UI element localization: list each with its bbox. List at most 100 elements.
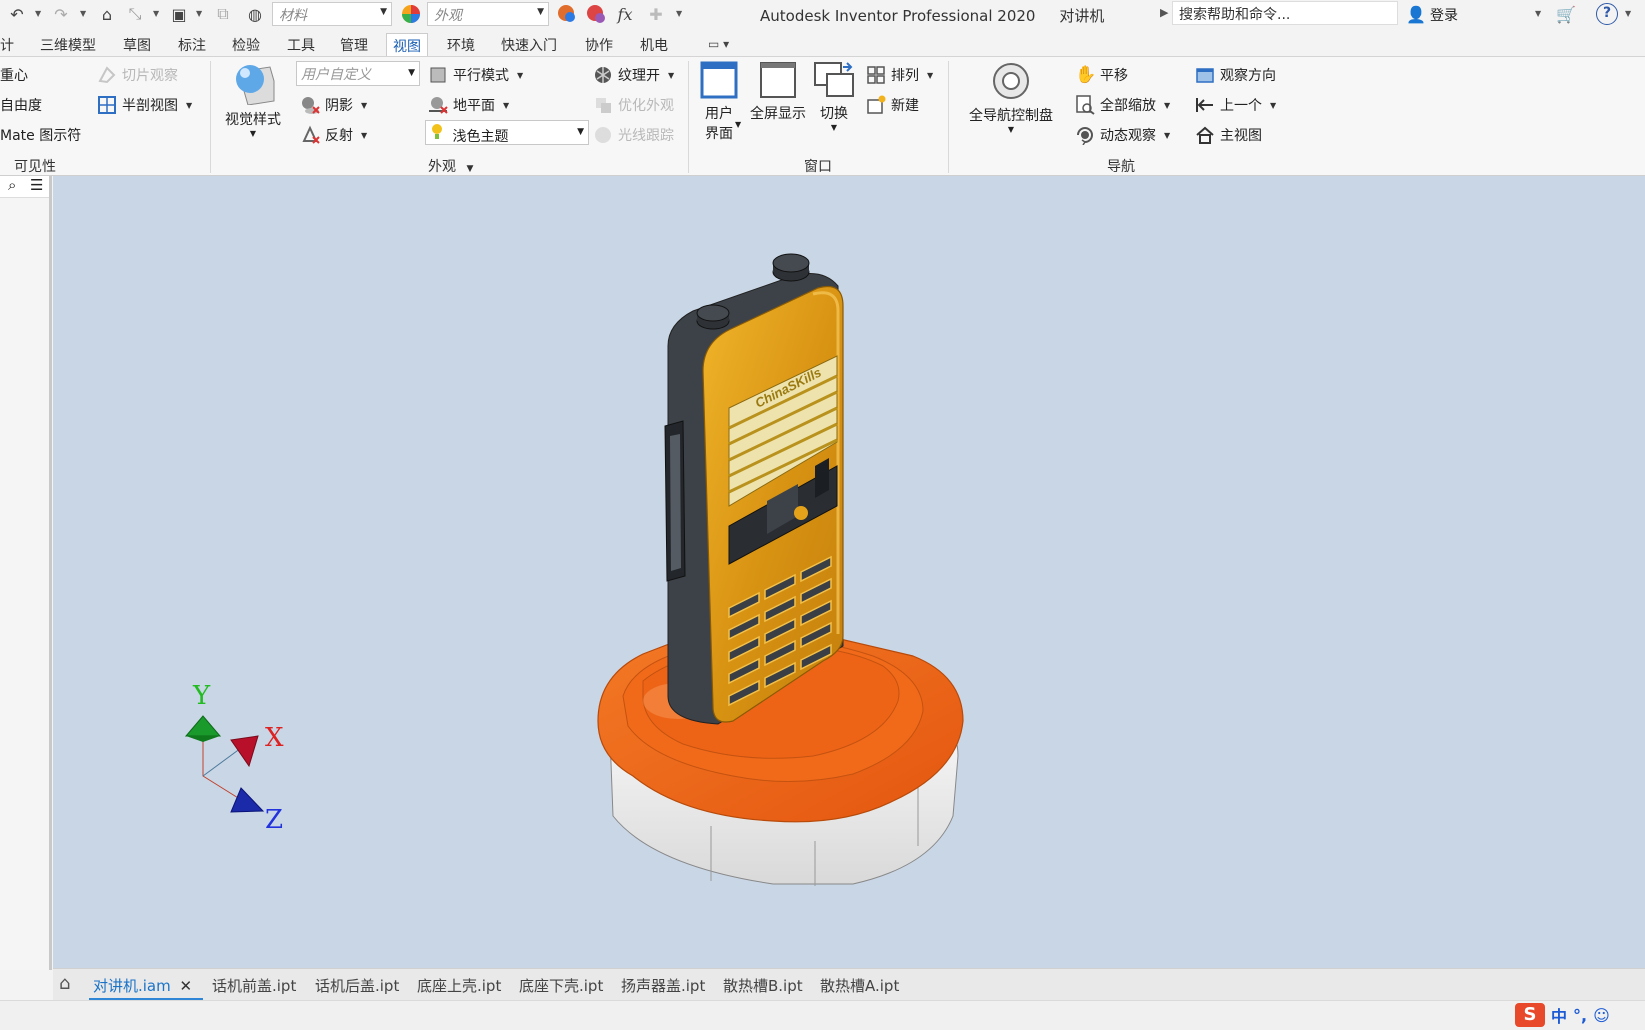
center-of-gravity-button[interactable]: 重心 [0, 62, 28, 88]
panel-title-appearance[interactable]: 外观 ▼ [428, 156, 473, 176]
arrange-button[interactable]: 排列 ▼ [866, 62, 933, 88]
ground-plane-button[interactable]: 地平面 ▼ [428, 92, 509, 118]
doc-tab-rear-cover[interactable]: 话机后盖.ipt [311, 973, 403, 1001]
mate-glyph-button[interactable]: Mate 图示符 [0, 122, 81, 148]
search-icon[interactable]: ⌕ [8, 176, 16, 194]
new-window-label: 新建 [891, 98, 919, 114]
user-interface-button[interactable]: 用户 界面 [696, 61, 742, 143]
doc-tab-base-upper[interactable]: 底座上壳.ipt [413, 973, 505, 1001]
help-search-input[interactable]: 搜索帮助和命令... [1172, 1, 1398, 25]
tab-electromechanical[interactable]: 机电 [634, 33, 674, 56]
menu-icon[interactable]: ☰ [30, 176, 43, 194]
optimize-icon [593, 95, 613, 115]
back-arrow-icon [1195, 95, 1215, 115]
appearance-combo[interactable]: 外观 ▼ [427, 2, 549, 26]
pan-button[interactable]: ✋ 平移 [1075, 62, 1128, 88]
tab-inspect[interactable]: 检验 [226, 33, 266, 56]
degrees-of-freedom-button[interactable]: 自由度 [0, 92, 42, 118]
shadow-label: 阴影 [325, 98, 353, 114]
lighting-theme-text: 浅色主题 [452, 129, 509, 145]
textures-button[interactable]: 纹理开 ▼ [593, 62, 674, 88]
plus-icon[interactable]: ✚ [645, 3, 667, 25]
tab-environments[interactable]: 环境 [441, 33, 481, 56]
tab-view[interactable]: 视图 [386, 33, 428, 56]
visual-style-icon [236, 65, 275, 106]
doc-tab-speaker-cover[interactable]: 扬声器盖.ipt [617, 973, 709, 1001]
slice-icon [97, 65, 117, 85]
doc-tab-vent-a[interactable]: 散热槽A.ipt [816, 973, 903, 1001]
panel-options-icon[interactable]: ▭ ▾ [708, 37, 729, 51]
ray-tracing-button[interactable]: 光线跟踪 [593, 122, 674, 148]
orbit-button[interactable]: 动态观察 ▼ [1075, 122, 1170, 148]
look-at-button[interactable]: 观察方向 [1195, 62, 1276, 88]
help-icon[interactable]: ? [1596, 3, 1618, 25]
redo-icon[interactable]: ↷ [50, 3, 72, 25]
material-combo[interactable]: 材料 ▼ [272, 2, 392, 26]
ray-tracing-label: 光线跟踪 [618, 128, 674, 144]
appearance-color-icon[interactable] [400, 3, 422, 25]
chevron-down-icon: ▼ [249, 129, 257, 138]
tab-3d-model[interactable]: 三维模型 [34, 33, 102, 56]
rebuild-icon[interactable]: ⧉ [212, 3, 234, 25]
doc-tab-assembly[interactable]: 对讲机.iam ✕ [89, 973, 203, 1001]
home-view-button[interactable]: 主视图 [1195, 122, 1262, 148]
visual-style-button[interactable]: 视觉样式 ▼ [222, 61, 284, 138]
home-icon[interactable]: ⌂ [59, 973, 70, 994]
ime-indicator[interactable]: S 中 °, ☺ [1515, 1000, 1645, 1030]
tab-sketch[interactable]: 草图 [117, 33, 157, 56]
tab-get-started[interactable]: 快速入门 [495, 33, 563, 56]
tab-collaborate[interactable]: 协作 [579, 33, 619, 56]
graphics-viewport[interactable]: ChinaSKills Y X Z [53, 176, 1645, 970]
lighting-theme-combo[interactable]: 浅色主题 ▼ [425, 120, 589, 145]
help-dropdown-icon[interactable]: ▼ [1625, 9, 1631, 18]
shadows-button[interactable]: 阴影 ▼ [300, 92, 367, 118]
login-dropdown-icon[interactable]: ▼ [1535, 9, 1541, 18]
doc-tab-vent-b[interactable]: 散热槽B.ipt [719, 973, 807, 1001]
tab-design[interactable]: 计 [0, 33, 20, 56]
optimize-appearance-button[interactable]: 优化外观 [593, 92, 674, 118]
full-navigation-wheel-button[interactable]: 全导航控制盘 ▼ [962, 61, 1060, 134]
panel-separator [948, 61, 949, 173]
home-icon[interactable]: ⌂ [96, 3, 118, 25]
tab-tools[interactable]: 工具 [281, 33, 321, 56]
full-screen-button[interactable]: 全屏显示 [746, 61, 810, 123]
customize-dropdown-icon[interactable]: ▼ [676, 9, 682, 18]
half-section-view-button[interactable]: 半剖视图 ▼ [97, 92, 192, 118]
previous-view-button[interactable]: 上一个 ▼ [1195, 92, 1276, 118]
smiley-icon[interactable]: ☺ [1593, 1006, 1610, 1025]
material-sphere-icon[interactable]: ◍ [244, 3, 266, 25]
select-icon[interactable]: ⤡ [124, 3, 146, 25]
chevron-down-icon: ▼ [466, 164, 474, 174]
switch-window-button[interactable]: 切换 ▼ [812, 61, 856, 132]
slice-graphics-button[interactable]: 切片观察 [97, 62, 178, 88]
user-icon[interactable]: 👤 [1405, 3, 1427, 25]
update-dropdown-icon[interactable]: ▼ [196, 9, 202, 18]
tab-annotate[interactable]: 标注 [172, 33, 212, 56]
doc-tab-base-lower[interactable]: 底座下壳.ipt [515, 973, 607, 1001]
undo-dropdown-icon[interactable]: ▼ [35, 9, 41, 18]
zoom-all-button[interactable]: 全部缩放 ▼ [1075, 92, 1170, 118]
clear-appearance-icon[interactable] [585, 3, 607, 25]
parallel-icon [428, 65, 448, 85]
ime-language[interactable]: 中 [1551, 1003, 1567, 1027]
update-icon[interactable]: ▣ [168, 3, 190, 25]
tab-manage[interactable]: 管理 [334, 33, 374, 56]
user-defined-combo[interactable]: 用户自定义 ▼ [296, 61, 420, 86]
redo-dropdown-icon[interactable]: ▼ [80, 9, 86, 18]
reflections-button[interactable]: 反射 ▼ [300, 122, 367, 148]
ribbon-tab-bar: 计 三维模型 草图 标注 检验 工具 管理 视图 环境 快速入门 协作 机电 ▭… [0, 30, 1645, 56]
adjust-appearance-icon[interactable] [556, 3, 578, 25]
cart-icon[interactable]: 🛒 [1555, 3, 1577, 25]
chevron-down-icon: ▼ [380, 7, 387, 17]
parallel-mode-button[interactable]: 平行模式 ▼ [428, 62, 523, 88]
ime-punctuation[interactable]: °, [1573, 1006, 1587, 1025]
doc-tab-front-cover[interactable]: 话机前盖.ipt [208, 973, 300, 1001]
close-icon[interactable]: ✕ [180, 977, 193, 995]
x-axis-label: X [265, 723, 284, 753]
fx-parameters-icon[interactable]: fx [614, 3, 636, 25]
new-window-button[interactable]: 新建 [866, 92, 919, 118]
chevron-right-icon[interactable]: ▶ [1160, 6, 1168, 19]
login-link[interactable]: 登录 [1430, 5, 1458, 25]
select-dropdown-icon[interactable]: ▼ [153, 9, 159, 18]
undo-icon[interactable]: ↶ [6, 3, 28, 25]
